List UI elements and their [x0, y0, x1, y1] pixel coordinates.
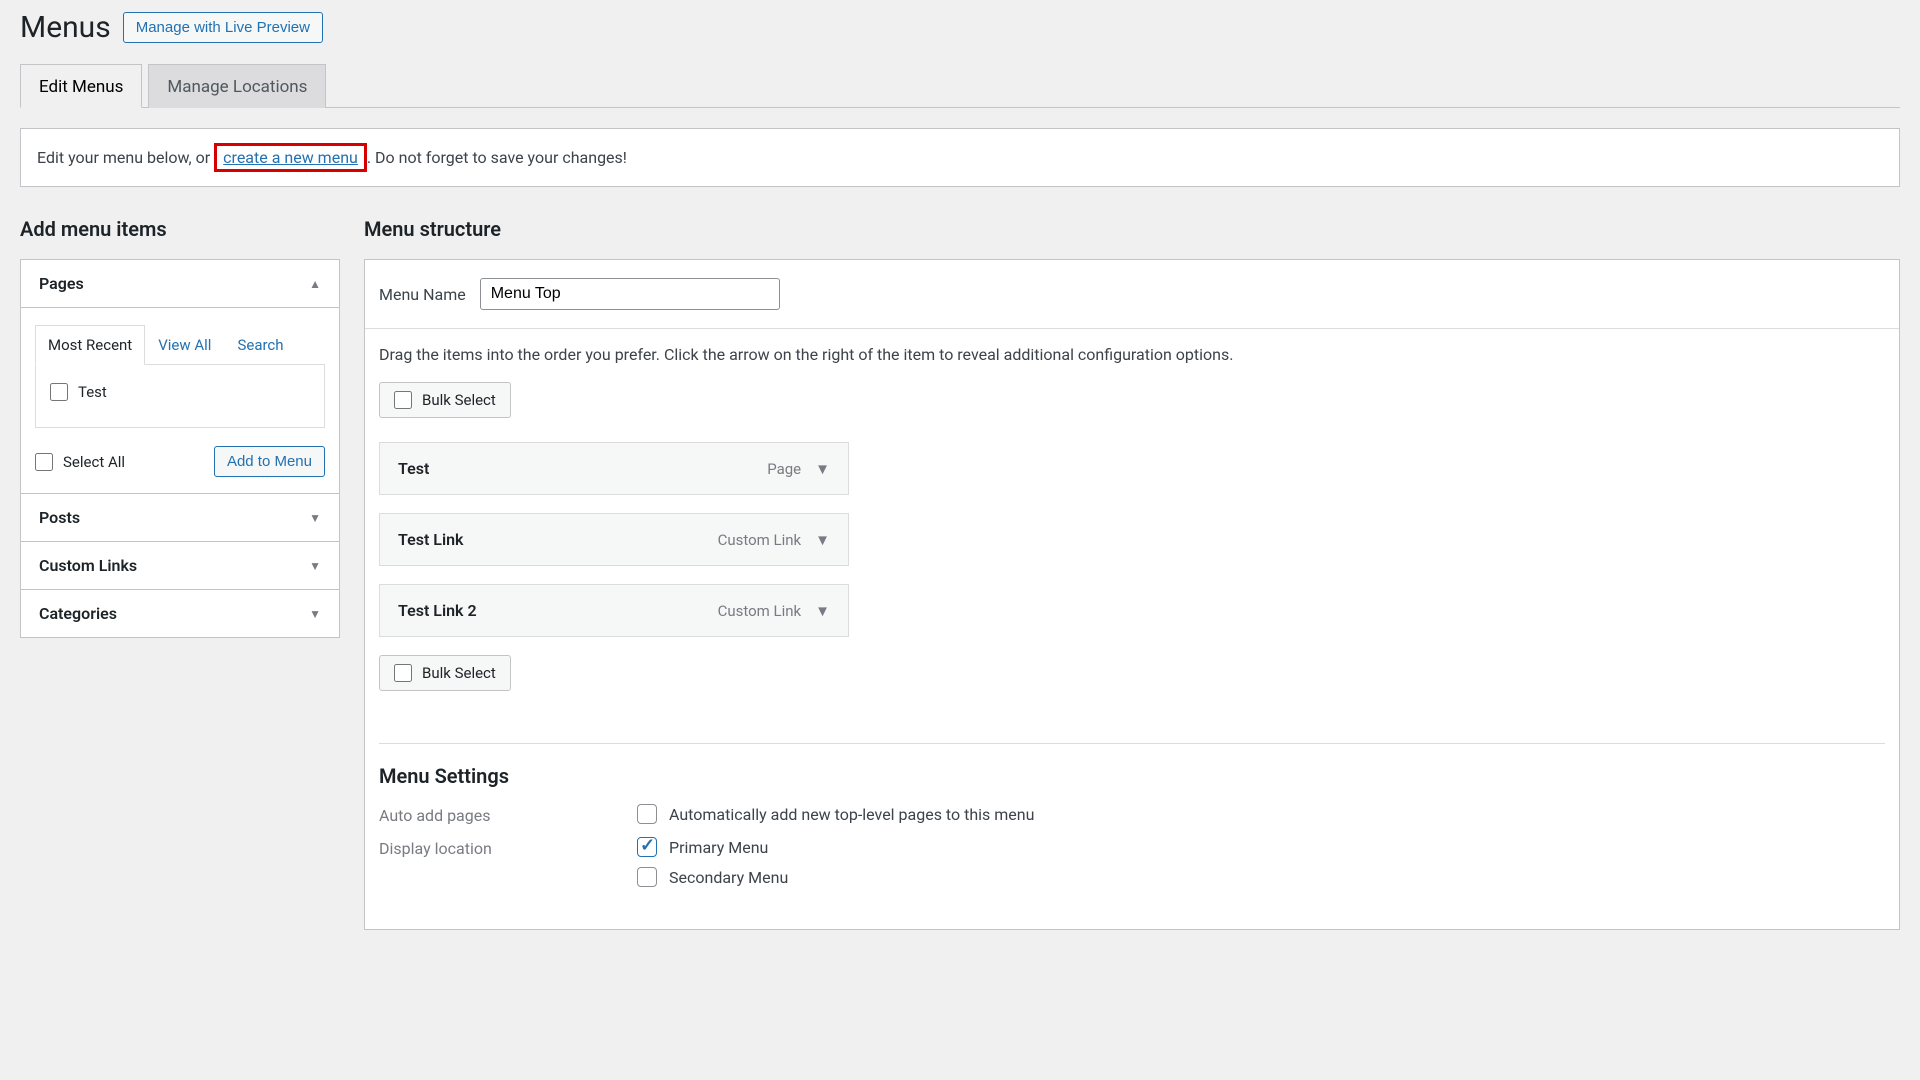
- bulk-select-checkbox-top[interactable]: [394, 391, 412, 409]
- location-primary-checkbox[interactable]: [637, 837, 657, 857]
- page-title: Menus: [20, 10, 111, 45]
- select-all-label: Select All: [63, 453, 125, 471]
- auto-add-option[interactable]: Automatically add new top-level pages to…: [637, 804, 1034, 824]
- page-item-row: Test: [50, 383, 310, 401]
- chevron-down-icon[interactable]: ▼: [815, 602, 830, 620]
- custom-links-panel-header[interactable]: Custom Links ▼: [21, 541, 339, 589]
- bulk-select-top[interactable]: Bulk Select: [379, 382, 511, 418]
- menu-edit-panel: Menu Name Drag the items into the order …: [364, 259, 1900, 930]
- menu-item-type-text: Custom Link: [718, 602, 802, 620]
- pages-list-panel: Test: [35, 365, 325, 428]
- custom-links-panel-title: Custom Links: [39, 556, 137, 575]
- categories-panel-title: Categories: [39, 604, 117, 623]
- posts-panel-header[interactable]: Posts ▼: [21, 493, 339, 541]
- menu-item-type-text: Custom Link: [718, 531, 802, 549]
- pages-tab-view-all[interactable]: View All: [145, 325, 224, 365]
- page-item-checkbox[interactable]: [50, 383, 68, 401]
- tab-edit-menus[interactable]: Edit Menus: [20, 64, 142, 108]
- menu-name-label: Menu Name: [379, 285, 466, 304]
- menu-name-input[interactable]: [480, 278, 780, 310]
- display-location-label: Display location: [379, 837, 637, 858]
- edit-notice: Edit your menu below, or create a new me…: [20, 128, 1900, 187]
- add-menu-items-heading: Add menu items: [20, 217, 340, 241]
- bulk-select-label-top: Bulk Select: [422, 391, 496, 409]
- menu-name-row: Menu Name: [365, 260, 1899, 329]
- menu-item-type-text: Page: [767, 460, 801, 478]
- pages-panel-header[interactable]: Pages ▲: [21, 260, 339, 307]
- menu-item-type: Custom Link ▼: [718, 602, 830, 620]
- pages-tab-most-recent[interactable]: Most Recent: [35, 325, 145, 365]
- add-to-menu-button[interactable]: Add to Menu: [214, 446, 325, 477]
- bulk-select-checkbox-bottom[interactable]: [394, 664, 412, 682]
- pages-panel-body: Most Recent View All Search Test Se: [21, 307, 339, 493]
- triangle-up-icon: ▲: [309, 277, 321, 291]
- categories-panel-header[interactable]: Categories ▼: [21, 589, 339, 637]
- menu-item[interactable]: Test Link Custom Link ▼: [379, 513, 849, 566]
- pages-panel-title: Pages: [39, 274, 84, 293]
- bulk-select-bottom[interactable]: Bulk Select: [379, 655, 511, 691]
- triangle-down-icon: ▼: [309, 511, 321, 525]
- auto-add-checkbox[interactable]: [637, 804, 657, 824]
- pages-tab-search[interactable]: Search: [224, 325, 296, 365]
- menu-settings-heading: Menu Settings: [379, 764, 1885, 788]
- triangle-down-icon: ▼: [309, 559, 321, 573]
- bulk-select-label-bottom: Bulk Select: [422, 664, 496, 682]
- drag-hint: Drag the items into the order you prefer…: [379, 345, 1885, 364]
- select-all-checkbox[interactable]: [35, 453, 53, 471]
- menu-settings-section: Menu Settings Auto add pages Automatical…: [379, 743, 1885, 887]
- menu-item-label: Test Link: [398, 530, 463, 549]
- pages-inner-tabs: Most Recent View All Search: [35, 324, 325, 365]
- display-location-row: Display location Primary Menu Secondary …: [379, 837, 1885, 887]
- live-preview-button[interactable]: Manage with Live Preview: [123, 12, 323, 43]
- menu-item-type: Custom Link ▼: [718, 531, 830, 549]
- location-secondary-text: Secondary Menu: [669, 868, 788, 887]
- chevron-down-icon[interactable]: ▼: [815, 531, 830, 549]
- select-all-row: Select All: [35, 453, 125, 471]
- create-new-menu-link[interactable]: create a new menu: [223, 148, 358, 167]
- auto-add-text: Automatically add new top-level pages to…: [669, 805, 1034, 824]
- menu-structure-heading: Menu structure: [364, 217, 1900, 241]
- posts-panel-title: Posts: [39, 508, 80, 527]
- auto-add-pages-label: Auto add pages: [379, 804, 637, 825]
- location-secondary-option[interactable]: Secondary Menu: [637, 867, 788, 887]
- notice-pre: Edit your menu below, or: [37, 148, 214, 167]
- page-item-label: Test: [78, 383, 107, 401]
- notice-post: . Do not forget to save your changes!: [367, 148, 627, 167]
- auto-add-pages-row: Auto add pages Automatically add new top…: [379, 804, 1885, 825]
- triangle-down-icon: ▼: [309, 607, 321, 621]
- chevron-down-icon[interactable]: ▼: [815, 460, 830, 478]
- location-primary-option[interactable]: Primary Menu: [637, 837, 788, 857]
- menu-item[interactable]: Test Link 2 Custom Link ▼: [379, 584, 849, 637]
- menu-item-type: Page ▼: [767, 460, 830, 478]
- location-primary-text: Primary Menu: [669, 838, 768, 857]
- menu-item[interactable]: Test Page ▼: [379, 442, 849, 495]
- nav-tabs: Edit Menus Manage Locations: [20, 63, 1900, 108]
- menu-item-label: Test: [398, 459, 429, 478]
- tab-manage-locations[interactable]: Manage Locations: [148, 64, 326, 108]
- create-menu-highlight: create a new menu: [214, 143, 367, 172]
- add-items-accordion: Pages ▲ Most Recent View All Search Test: [20, 259, 340, 638]
- menu-item-label: Test Link 2: [398, 601, 477, 620]
- page-header: Menus Manage with Live Preview: [20, 10, 1900, 45]
- location-secondary-checkbox[interactable]: [637, 867, 657, 887]
